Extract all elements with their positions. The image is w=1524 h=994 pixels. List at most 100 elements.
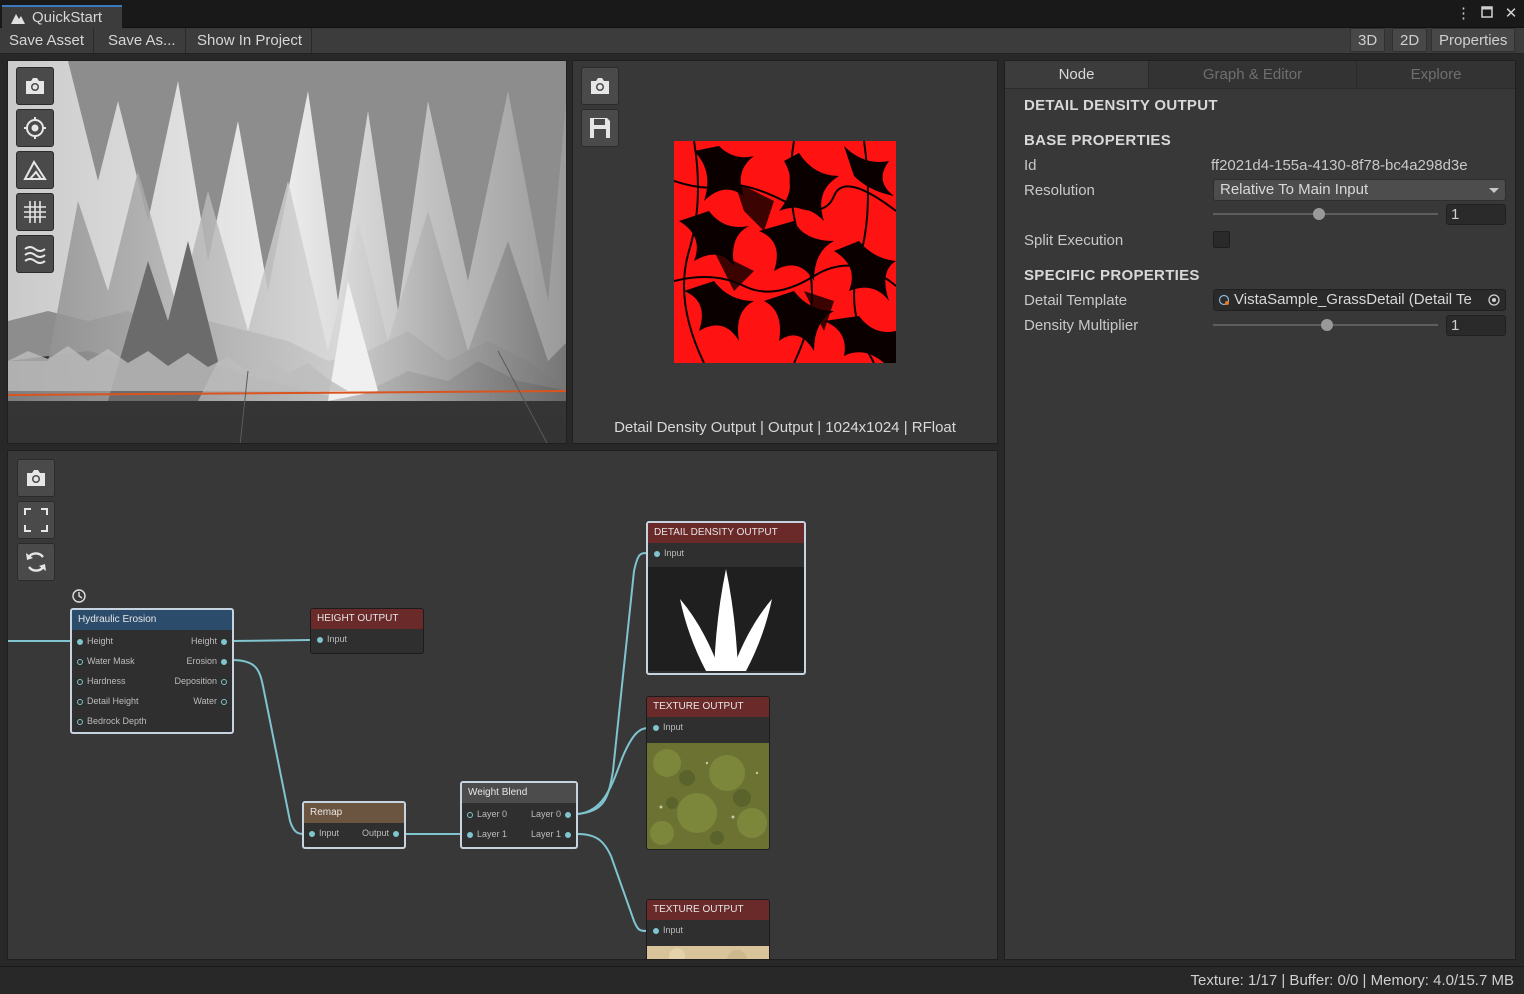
density-preview-image [674,141,896,363]
inspector-panel: Node Graph & Editor Explore DETAIL DENSI… [1004,60,1516,960]
viewport-3d[interactable] [7,60,567,444]
properties-button[interactable]: Properties [1431,28,1516,52]
output-port-deposition[interactable]: Deposition [174,676,227,686]
tab-node[interactable]: Node [1005,61,1149,88]
toolbar: Save Asset Save As... Show In Project 3D… [0,28,1524,54]
output-port-erosion[interactable]: Erosion [186,656,227,666]
save-asset-button[interactable]: Save Asset [0,28,95,53]
input-port-water-mask[interactable]: Water Mask [77,656,135,666]
node-title: Remap [304,803,404,823]
tab-graph-editor[interactable]: Graph & Editor [1149,61,1357,88]
editor-content: Detail Density Output | Output | 1024x10… [0,54,1524,966]
node-detail-density-output[interactable]: DETAIL DENSITY OUTPUT Input [646,521,806,675]
node-remap[interactable]: Remap Input Output [302,801,406,849]
density-multiplier-slider[interactable] [1213,319,1438,331]
node-title: Weight Blend [462,783,576,803]
sand-texture-thumbnail [647,946,769,959]
terrain-render [8,61,566,443]
view-3d-button[interactable]: 3D [1350,28,1386,52]
camera-icon[interactable] [581,67,619,105]
preview-2d-toolbar [581,67,619,147]
input-port-input[interactable]: Input [653,722,683,732]
tab-explore[interactable]: Explore [1357,61,1515,88]
resolution-slider[interactable] [1213,208,1438,220]
maximize-icon[interactable] [1480,5,1494,22]
close-icon[interactable]: ✕ [1504,4,1518,22]
id-label: Id [1024,157,1037,174]
water-icon[interactable] [16,235,54,273]
focus-target-icon[interactable] [16,109,54,147]
clock-icon [72,589,86,603]
density-multiplier-number-field[interactable]: 1 [1446,315,1506,336]
camera-icon[interactable] [17,459,55,497]
input-port-detail-height[interactable]: Detail Height [77,696,139,706]
save-as-button[interactable]: Save As... [99,28,186,53]
density-multiplier-label: Density Multiplier [1024,317,1139,334]
node-title: HEIGHT OUTPUT [311,609,423,629]
inspector-tabs: Node Graph & Editor Explore [1005,61,1515,89]
input-port-bedrock-depth[interactable]: Bedrock Depth [77,716,147,726]
viewport-3d-toolbar [16,67,54,273]
unity-logo-icon [11,13,25,24]
kebab-menu-icon[interactable]: ⋮ [1456,4,1471,22]
detail-template-value: VistaSample_GrassDetail (Detail Te [1234,291,1472,308]
chevron-down-icon [1489,188,1499,193]
preview-2d-panel: Detail Density Output | Output | 1024x10… [572,60,998,444]
status-bar: Texture: 1/17 | Buffer: 0/0 | Memory: 4.… [0,966,1524,994]
save-icon[interactable] [581,109,619,147]
input-port-layer-1[interactable]: Layer 1 [467,829,507,839]
input-port-input[interactable]: Input [309,828,339,838]
frame-all-icon[interactable] [17,501,55,539]
camera-icon[interactable] [16,67,54,105]
asset-icon [1218,294,1230,306]
output-port-layer-1[interactable]: Layer 1 [531,829,571,839]
density-thumbnail [648,567,804,671]
density-multiplier-slider-thumb[interactable] [1321,319,1333,331]
node-hydraulic-erosion[interactable]: Hydraulic Erosion Height Water Mask Hard… [70,608,234,734]
node-title: DETAIL DENSITY OUTPUT [648,523,804,543]
node-title: TEXTURE OUTPUT [647,697,769,717]
resolution-dropdown[interactable]: Relative To Main Input [1213,179,1506,201]
node-texture-output-2[interactable]: TEXTURE OUTPUT Input [646,899,770,959]
node-graph[interactable]: Hydraulic Erosion Height Water Mask Hard… [7,450,998,960]
refresh-icon[interactable] [17,543,55,581]
output-port-height[interactable]: Height [191,636,227,646]
base-properties-header: BASE PROPERTIES [1024,132,1172,149]
detail-template-field[interactable]: VistaSample_GrassDetail (Detail Te [1213,289,1506,311]
output-port-water[interactable]: Water [193,696,227,706]
node-title: TEXTURE OUTPUT [647,900,769,920]
node-height-output[interactable]: HEIGHT OUTPUT Input [310,608,424,654]
output-port-output[interactable]: Output [362,828,399,838]
input-port-height[interactable]: Height [77,636,113,646]
input-port-input[interactable]: Input [654,548,684,558]
input-port-hardness[interactable]: Hardness [77,676,126,686]
graph-toolbar [17,459,55,581]
view-2d-button[interactable]: 2D [1392,28,1428,52]
grid-icon[interactable] [16,193,54,231]
input-port-input[interactable]: Input [653,925,683,935]
status-text: Texture: 1/17 | Buffer: 0/0 | Memory: 4.… [1190,972,1514,989]
output-port-layer-0[interactable]: Layer 0 [531,809,571,819]
grass-texture-thumbnail [647,743,769,849]
object-picker-icon[interactable] [1487,293,1501,307]
input-port-input[interactable]: Input [317,634,347,644]
window-titlebar: QuickStart ⋮ ✕ [0,0,1524,28]
input-port-layer-0[interactable]: Layer 0 [467,809,507,819]
node-texture-output-1[interactable]: TEXTURE OUTPUT Input [646,696,770,850]
id-value: ff2021d4-155a-4130-8f78-bc4a298d3e [1211,157,1468,174]
node-weight-blend[interactable]: Weight Blend Layer 0 Layer 1 Layer 0 Lay… [460,781,578,849]
split-execution-checkbox[interactable] [1213,231,1230,248]
window-controls: ⋮ ✕ [1456,4,1518,22]
specific-properties-header: SPECIFIC PROPERTIES [1024,267,1200,284]
node-title: DETAIL DENSITY OUTPUT [1024,97,1218,114]
resolution-number-field[interactable]: 1 [1446,204,1506,225]
terrain-icon[interactable] [16,151,54,189]
window-tab[interactable]: QuickStart [2,5,122,28]
split-execution-label: Split Execution [1024,232,1124,249]
resolution-slider-thumb[interactable] [1313,208,1325,220]
preview-caption: Detail Density Output | Output | 1024x10… [614,419,956,436]
detail-template-label: Detail Template [1024,292,1128,309]
show-in-project-button[interactable]: Show In Project [188,28,313,53]
node-title: Hydraulic Erosion [72,610,232,630]
window-tab-title: QuickStart [32,9,103,26]
